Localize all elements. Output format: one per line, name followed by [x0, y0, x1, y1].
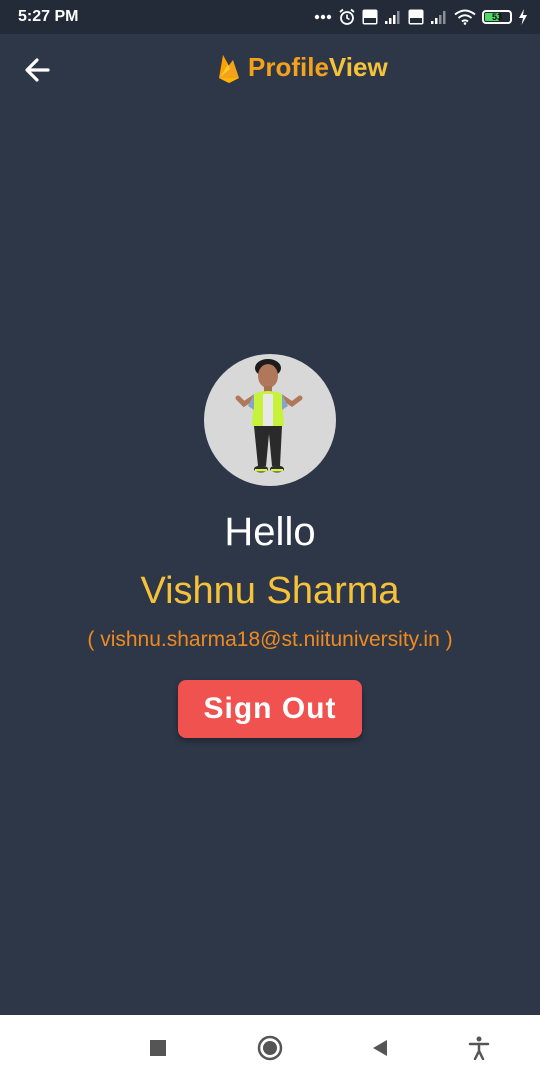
- volte-icon: [362, 9, 378, 25]
- firebase-flame-icon: [219, 54, 239, 83]
- back-button[interactable]: [20, 54, 56, 86]
- user-name: Vishnu Sharma: [140, 570, 400, 612]
- avatar-cartoon-icon: [235, 359, 303, 473]
- profile-screen: 5:27 PM 53 ProfileView Hello Vishnu Shar…: [0, 0, 540, 1080]
- home-circle-icon: [257, 1035, 283, 1061]
- user-email: ( vishnu.sharma18@st.niituniversity.in ): [87, 628, 453, 651]
- battery-icon: 53: [482, 10, 512, 24]
- status-icons: 53: [314, 6, 528, 28]
- recents-button[interactable]: [145, 1035, 171, 1061]
- sign-out-button[interactable]: Sign Out: [178, 680, 362, 738]
- app-title: ProfileView: [248, 52, 388, 83]
- charging-bolt-icon: [519, 9, 527, 25]
- status-bar: 5:27 PM 53: [0, 0, 540, 34]
- accessibility-button[interactable]: [466, 1035, 492, 1061]
- battery-level: 53: [491, 12, 502, 22]
- arrow-left-icon: [25, 58, 50, 82]
- alarm-icon: [339, 8, 355, 25]
- greeting-text: Hello: [224, 510, 316, 554]
- signal-icon: [431, 11, 446, 24]
- more-dots-icon: [314, 14, 332, 20]
- system-nav-bar: [0, 1015, 540, 1080]
- app-title-part1: Profile: [248, 52, 329, 82]
- app-bar: ProfileView: [0, 34, 540, 106]
- back-triangle-icon: [373, 1040, 387, 1056]
- avatar: [204, 354, 336, 486]
- volte-icon: [408, 9, 424, 25]
- nav-back-button[interactable]: [367, 1035, 393, 1061]
- status-time: 5:27 PM: [18, 8, 79, 25]
- app-title-part2: View: [328, 52, 388, 82]
- app-brand: ProfileView: [218, 52, 388, 83]
- wifi-icon: [454, 9, 476, 25]
- accessibility-icon: [468, 1036, 490, 1060]
- recents-square-icon: [150, 1040, 166, 1056]
- signal-icon: [385, 11, 400, 24]
- home-button[interactable]: [257, 1035, 283, 1061]
